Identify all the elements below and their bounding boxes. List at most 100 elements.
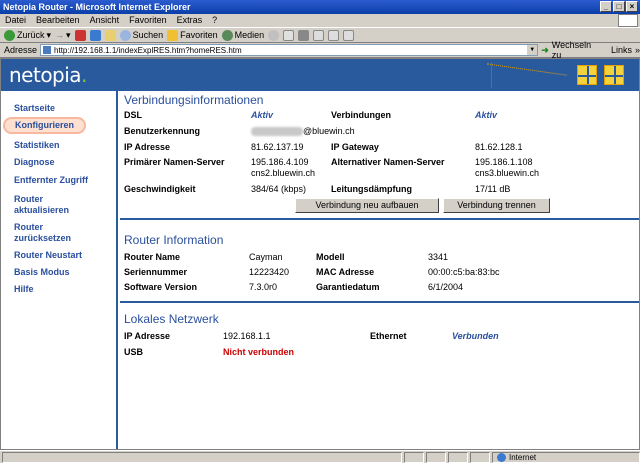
sidebar-item-statistiken[interactable]: Statistiken bbox=[14, 140, 60, 151]
menu-help[interactable]: ? bbox=[212, 14, 217, 27]
media-button[interactable]: Medien bbox=[221, 29, 265, 41]
connections-status: Aktiv bbox=[475, 110, 498, 120]
search-icon bbox=[119, 29, 131, 41]
router-name-value: Cayman bbox=[249, 252, 283, 262]
security-zone: Internet bbox=[492, 451, 640, 463]
router-section-title: Router Information bbox=[124, 233, 224, 247]
status-bar: Internet bbox=[0, 450, 640, 463]
lan-ip-label: IP Adresse bbox=[124, 331, 171, 341]
status-pane bbox=[448, 451, 468, 463]
zone-label: Internet bbox=[509, 452, 537, 462]
disconnect-button[interactable]: Verbindung trennen bbox=[443, 198, 550, 213]
menu-favoriten[interactable]: Favoriten bbox=[129, 14, 167, 27]
discuss-icon[interactable] bbox=[328, 29, 340, 41]
chevron-down-icon[interactable]: ▼ bbox=[527, 45, 538, 55]
toolbar: Zurück ▾ → ▾ Suchen Favoriten Medien bbox=[0, 27, 640, 43]
wire-graphic bbox=[485, 63, 567, 87]
maximize-button[interactable]: □ bbox=[613, 1, 625, 12]
go-arrow-icon[interactable]: ➜ bbox=[541, 45, 549, 56]
go-button[interactable]: Wechseln zu bbox=[552, 40, 602, 60]
sidebar-item-konfigurieren[interactable]: Konfigurieren bbox=[5, 119, 85, 132]
ip-address-value: 81.62.137.19 bbox=[251, 142, 304, 152]
history-icon[interactable] bbox=[268, 29, 280, 41]
forward-button[interactable]: → ▾ bbox=[55, 30, 71, 41]
back-button[interactable]: Zurück ▾ bbox=[4, 29, 52, 41]
sidebar-item-basis-modus[interactable]: Basis Modus bbox=[14, 267, 70, 278]
globe-icon bbox=[497, 452, 506, 462]
lan-ip-value: 192.168.1.1 bbox=[223, 331, 271, 341]
status-text-pane bbox=[2, 451, 402, 463]
mail-icon[interactable] bbox=[283, 29, 295, 41]
address-label: Adresse bbox=[4, 45, 38, 55]
page-content: netopia. Startseite Konfigurieren Statis… bbox=[0, 58, 640, 450]
window-title-bar: Netopia Router - Microsoft Internet Expl… bbox=[0, 0, 640, 14]
menu-bearbeiten[interactable]: Bearbeiten bbox=[36, 14, 80, 27]
user-id-label: Benutzerkennung bbox=[124, 126, 201, 136]
page-header: netopia. bbox=[1, 59, 639, 91]
software-version-label: Software Version bbox=[124, 282, 198, 292]
minimize-button[interactable]: _ bbox=[600, 1, 612, 12]
ethernet-status: Verbunden bbox=[452, 331, 499, 341]
serial-label: Seriennummer bbox=[124, 267, 188, 277]
sidebar-item-router-neustart[interactable]: Router Neustart bbox=[14, 250, 82, 261]
sidebar-item-startseite[interactable]: Startseite bbox=[14, 103, 55, 114]
ip-gateway-value: 81.62.128.1 bbox=[475, 142, 523, 152]
home-icon[interactable] bbox=[104, 29, 116, 41]
primary-dns-host: cns2.bluewin.ch bbox=[251, 168, 316, 178]
menu-ansicht[interactable]: Ansicht bbox=[90, 14, 120, 27]
status-pane bbox=[404, 451, 424, 463]
menu-bar: Datei Bearbeiten Ansicht Favoriten Extra… bbox=[0, 14, 640, 27]
warranty-label: Garantiedatum bbox=[316, 282, 380, 292]
links-button[interactable]: Links bbox=[611, 45, 632, 55]
netopia-logo: netopia. bbox=[9, 63, 87, 87]
window-graphic-icon bbox=[577, 65, 597, 85]
edit-icon[interactable] bbox=[313, 29, 325, 41]
connection-section-title: Verbindungsinformationen bbox=[124, 93, 264, 107]
sidebar-item-router-aktualisieren[interactable]: Router aktualisieren bbox=[14, 194, 84, 216]
sidebar-item-entfernter-zugriff[interactable]: Entfernter Zugriff bbox=[14, 175, 88, 186]
menu-datei[interactable]: Datei bbox=[5, 14, 26, 27]
favorites-label: Favoriten bbox=[180, 30, 218, 40]
software-version-value: 7.3.0r0 bbox=[249, 282, 278, 292]
media-label: Medien bbox=[234, 30, 265, 40]
connections-label: Verbindungen bbox=[331, 110, 392, 120]
address-input[interactable]: http://192.168.1.1/indexExplRES.htm?home… bbox=[40, 44, 539, 56]
main-panel: Verbindungsinformationen DSL Aktiv Verbi… bbox=[120, 91, 639, 449]
speed-label: Geschwindigkeit bbox=[124, 184, 196, 194]
messenger-icon[interactable] bbox=[343, 29, 355, 41]
sidebar-item-diagnose[interactable]: Diagnose bbox=[14, 157, 55, 168]
sidebar-item-router-zuruecksetzen[interactable]: Router zurücksetzen bbox=[14, 222, 84, 244]
primary-dns-label: Primärer Namen-Server bbox=[124, 157, 225, 167]
serial-value: 12223420 bbox=[249, 267, 290, 277]
dsl-label: DSL bbox=[124, 110, 142, 120]
search-button[interactable]: Suchen bbox=[119, 29, 163, 41]
section-divider bbox=[120, 301, 639, 303]
window-title: Netopia Router - Microsoft Internet Expl… bbox=[3, 2, 191, 12]
section-divider bbox=[120, 218, 639, 220]
lan-section-title: Lokales Netzwerk bbox=[124, 312, 219, 326]
logo-text: netopia bbox=[9, 63, 82, 87]
print-icon[interactable] bbox=[298, 29, 310, 41]
window-graphic-icon bbox=[604, 65, 624, 85]
close-button[interactable]: × bbox=[626, 1, 638, 12]
chevron-right-icon[interactable]: » bbox=[635, 45, 640, 55]
favorites-button[interactable]: Favoriten bbox=[167, 29, 218, 41]
sidebar: Startseite Konfigurieren Statistiken Dia… bbox=[1, 91, 118, 449]
user-id-domain: @bluewin.ch bbox=[303, 126, 355, 136]
menu-extras[interactable]: Extras bbox=[177, 14, 203, 27]
chevron-down-icon: ▾ bbox=[46, 29, 52, 40]
alternate-dns-host: cns3.bluewin.ch bbox=[475, 168, 540, 178]
ethernet-label: Ethernet bbox=[370, 331, 407, 341]
back-arrow-icon bbox=[4, 29, 15, 41]
ip-gateway-label: IP Gateway bbox=[331, 142, 379, 152]
back-label: Zurück bbox=[17, 30, 45, 40]
stop-icon[interactable] bbox=[74, 29, 86, 41]
forward-arrow-icon: → bbox=[55, 30, 65, 40]
status-pane bbox=[426, 451, 446, 463]
sidebar-item-hilfe[interactable]: Hilfe bbox=[14, 284, 34, 295]
refresh-icon[interactable] bbox=[89, 29, 101, 41]
model-value: 3341 bbox=[428, 252, 449, 262]
reconnect-button[interactable]: Verbindung neu aufbauen bbox=[295, 198, 439, 213]
attenuation-value: 17/11 dB bbox=[475, 184, 511, 194]
primary-dns-ip: 195.186.4.109 bbox=[251, 157, 309, 167]
